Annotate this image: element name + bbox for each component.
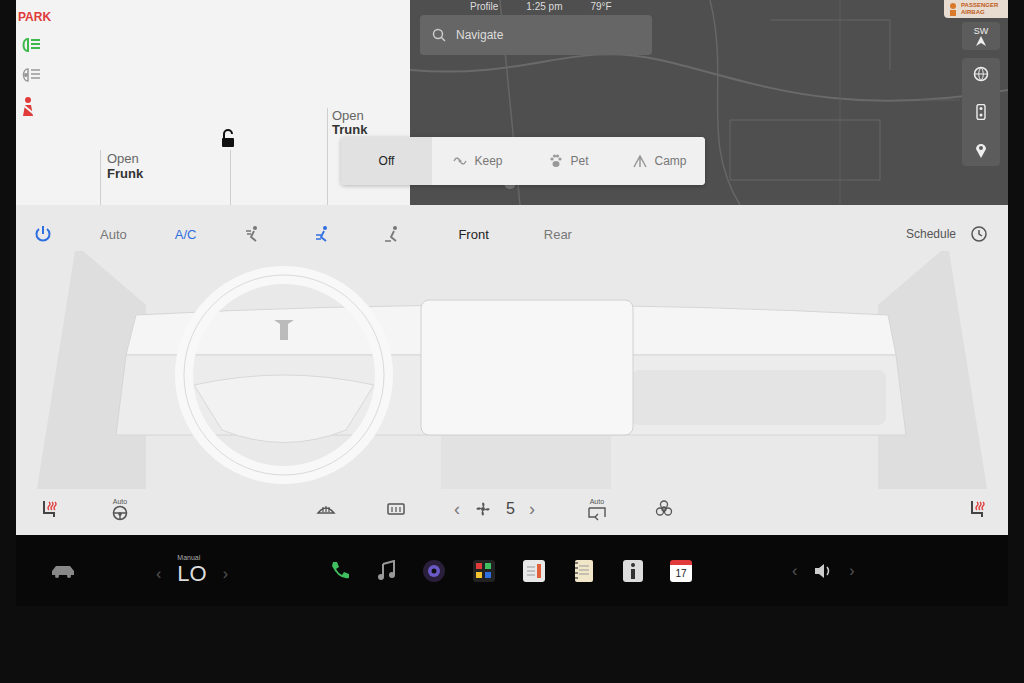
app-launcher: 17 bbox=[328, 559, 692, 583]
airbag-badge: PASSENGER AIRBAG bbox=[944, 0, 1008, 18]
car-icon[interactable] bbox=[50, 563, 76, 579]
navigate-search[interactable]: Navigate bbox=[420, 15, 652, 55]
volume-control: ‹› bbox=[792, 562, 855, 580]
volume-down[interactable]: ‹ bbox=[792, 562, 797, 580]
indicators: PARK bbox=[16, 0, 62, 205]
toybox-icon[interactable] bbox=[472, 559, 496, 583]
climate-mode-option[interactable]: Pet bbox=[523, 137, 614, 185]
trunk-name[interactable]: Trunk bbox=[332, 123, 367, 137]
auto-highbeam-icon bbox=[18, 66, 42, 84]
climate-mode-label[interactable]: Keep bbox=[474, 154, 502, 168]
unlock-icon[interactable] bbox=[219, 129, 237, 147]
fan-decrease[interactable]: ‹ bbox=[454, 499, 460, 520]
recirc-auto-label: Auto bbox=[590, 498, 604, 505]
divider bbox=[230, 150, 231, 205]
calendar-app[interactable]: 17 bbox=[670, 560, 692, 582]
volume-up[interactable]: › bbox=[849, 562, 854, 580]
map-buttons bbox=[962, 58, 1000, 166]
camp-mode-icon bbox=[632, 153, 648, 169]
airflow-icon[interactable] bbox=[384, 225, 402, 243]
airflow-icon[interactable] bbox=[314, 225, 332, 243]
globe-icon[interactable] bbox=[973, 66, 989, 82]
climate-mode-popup: Off Keep Pet Camp bbox=[341, 137, 705, 185]
steering-heater[interactable]: Auto bbox=[112, 498, 128, 521]
pin-icon[interactable] bbox=[975, 142, 987, 158]
cabin-temp: ‹ ManualLO › bbox=[156, 554, 228, 587]
rear-defrost-icon[interactable] bbox=[386, 501, 406, 517]
seatbelt-icon bbox=[18, 96, 38, 118]
park-indicator: PARK bbox=[18, 10, 51, 24]
airbag-text: PASSENGER AIRBAG bbox=[961, 2, 1007, 16]
climate-mode-option[interactable]: Off bbox=[341, 137, 432, 185]
calendar-day[interactable]: 17 bbox=[675, 568, 686, 579]
open-trunk-button[interactable]: OpenTrunk bbox=[332, 109, 367, 137]
fan-speed: ‹ 5 › bbox=[454, 499, 535, 520]
steering-wheel-icon bbox=[112, 505, 128, 521]
recirculation[interactable]: Auto bbox=[587, 498, 607, 521]
info-icon[interactable] bbox=[622, 559, 644, 583]
trunk-action[interactable]: Open bbox=[332, 109, 367, 123]
frunk-name[interactable]: Frunk bbox=[107, 166, 143, 181]
status-bar: Profile 1:25 pm 79°F bbox=[470, 1, 612, 12]
fan-icon bbox=[474, 500, 492, 518]
airflow-icon[interactable] bbox=[244, 225, 262, 243]
temp-value[interactable]: LO bbox=[177, 561, 206, 587]
fan-increase[interactable]: › bbox=[529, 499, 535, 520]
steering-auto-label: Auto bbox=[113, 498, 127, 505]
auto-button[interactable]: Auto bbox=[100, 227, 127, 242]
outside-temp: 79°F bbox=[591, 1, 612, 12]
energy-icon[interactable] bbox=[522, 559, 546, 583]
profile-label[interactable]: Profile bbox=[470, 1, 498, 12]
volume-icon[interactable] bbox=[813, 562, 833, 580]
climate-panel: Auto A/C Front Rear Schedule Auto ‹ 5 › Auto bbox=[16, 205, 1008, 535]
recirculate-icon bbox=[587, 505, 607, 521]
search-placeholder[interactable]: Navigate bbox=[456, 28, 503, 42]
climate-mode-option[interactable]: Camp bbox=[614, 137, 705, 185]
schedule-button[interactable]: Schedule bbox=[906, 227, 956, 241]
ac-button[interactable]: A/C bbox=[175, 227, 197, 242]
front-defrost-icon[interactable] bbox=[316, 501, 336, 517]
climate-mode-label[interactable]: Off bbox=[379, 154, 395, 168]
power-icon[interactable] bbox=[34, 225, 52, 243]
zone-tab[interactable]: Rear bbox=[544, 227, 572, 242]
camera-icon[interactable] bbox=[422, 559, 446, 583]
cabin-interior-icon bbox=[16, 251, 1008, 489]
keep-mode-icon bbox=[452, 153, 468, 169]
notepad-icon[interactable] bbox=[572, 559, 596, 583]
seat-heater-icon[interactable] bbox=[968, 499, 988, 519]
compass[interactable]: SW bbox=[962, 22, 1000, 50]
zone-tab[interactable]: Front bbox=[458, 227, 488, 242]
frunk-action[interactable]: Open bbox=[107, 151, 143, 166]
climate-mode-label[interactable]: Camp bbox=[654, 154, 686, 168]
fan-speed-value: 5 bbox=[506, 500, 515, 518]
temp-mode: Manual bbox=[177, 554, 200, 561]
divider bbox=[327, 108, 328, 205]
seat-heater-icon[interactable] bbox=[40, 499, 60, 519]
clock: 1:25 pm bbox=[526, 1, 562, 12]
temp-decrease[interactable]: ‹ bbox=[156, 565, 161, 587]
pet-mode-icon bbox=[548, 153, 564, 169]
dock: ‹ManualLO›17‹› bbox=[16, 535, 1008, 606]
search-icon bbox=[432, 28, 446, 42]
divider bbox=[100, 150, 101, 205]
music-icon[interactable] bbox=[376, 560, 396, 582]
climate-mode-label[interactable]: Pet bbox=[570, 154, 588, 168]
temp-increase[interactable]: › bbox=[223, 565, 228, 587]
airbag-icon bbox=[947, 2, 959, 16]
traffic-icon[interactable] bbox=[975, 104, 987, 120]
phone-icon[interactable] bbox=[328, 560, 350, 582]
headlight-icon bbox=[18, 36, 42, 54]
biohazard-icon[interactable] bbox=[655, 500, 673, 518]
clock-icon[interactable] bbox=[970, 225, 988, 243]
open-frunk-button[interactable]: OpenFrunk bbox=[107, 151, 143, 181]
climate-mode-option[interactable]: Keep bbox=[432, 137, 523, 185]
arrow-icon bbox=[976, 36, 986, 46]
map-controls: SW bbox=[962, 22, 1000, 166]
compass-heading: SW bbox=[974, 26, 989, 36]
